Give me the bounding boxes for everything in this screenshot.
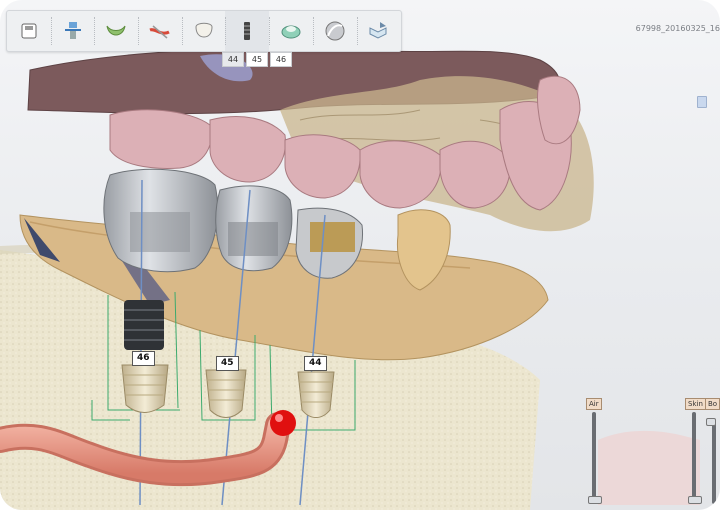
collision-marker bbox=[270, 410, 296, 436]
implant-44 bbox=[297, 371, 335, 418]
implant-label-44[interactable]: 44 bbox=[304, 356, 327, 371]
implant-subtabs: 44 45 46 bbox=[222, 52, 292, 67]
implant-label-46[interactable]: 46 bbox=[132, 351, 155, 366]
skin-slider-label: Skin bbox=[685, 398, 706, 410]
tooth-crown-icon[interactable] bbox=[181, 11, 226, 51]
implant-icon[interactable] bbox=[225, 11, 270, 51]
guide-sleeve-icon[interactable] bbox=[269, 11, 313, 51]
skin-slider-track[interactable] bbox=[692, 412, 696, 504]
save-icon[interactable] bbox=[7, 11, 51, 51]
density-histogram bbox=[598, 430, 700, 505]
bone-slider-track[interactable] bbox=[712, 420, 716, 504]
nerve-tracing-icon[interactable] bbox=[138, 11, 182, 51]
file-name: 67998_20160325_16 bbox=[635, 24, 720, 33]
implant-45 bbox=[205, 369, 247, 418]
air-slider-label: Air bbox=[586, 398, 602, 410]
air-slider-track[interactable] bbox=[592, 412, 596, 504]
subtab-44[interactable]: 44 bbox=[222, 52, 244, 67]
sphere-view-icon[interactable] bbox=[312, 11, 357, 51]
bone-slider-thumb[interactable] bbox=[706, 418, 716, 426]
subtab-46[interactable]: 46 bbox=[270, 52, 292, 67]
export-icon[interactable] bbox=[356, 11, 401, 51]
subtab-45[interactable]: 45 bbox=[246, 52, 268, 67]
air-slider-thumb[interactable] bbox=[588, 496, 602, 504]
orientation-marker[interactable] bbox=[697, 96, 707, 108]
implant-label-45[interactable]: 45 bbox=[216, 356, 239, 371]
lower-jaw-icon[interactable] bbox=[94, 11, 138, 51]
viewport[interactable]: 44 45 46 67998_20160325_16 46 45 44 Air … bbox=[0, 0, 720, 510]
skin-slider-thumb[interactable] bbox=[688, 496, 702, 504]
toolbar bbox=[6, 10, 402, 52]
implant-planning-icon[interactable] bbox=[50, 11, 95, 51]
3d-scene[interactable] bbox=[0, 0, 720, 510]
bone-slider-label: Bo bbox=[705, 398, 720, 410]
